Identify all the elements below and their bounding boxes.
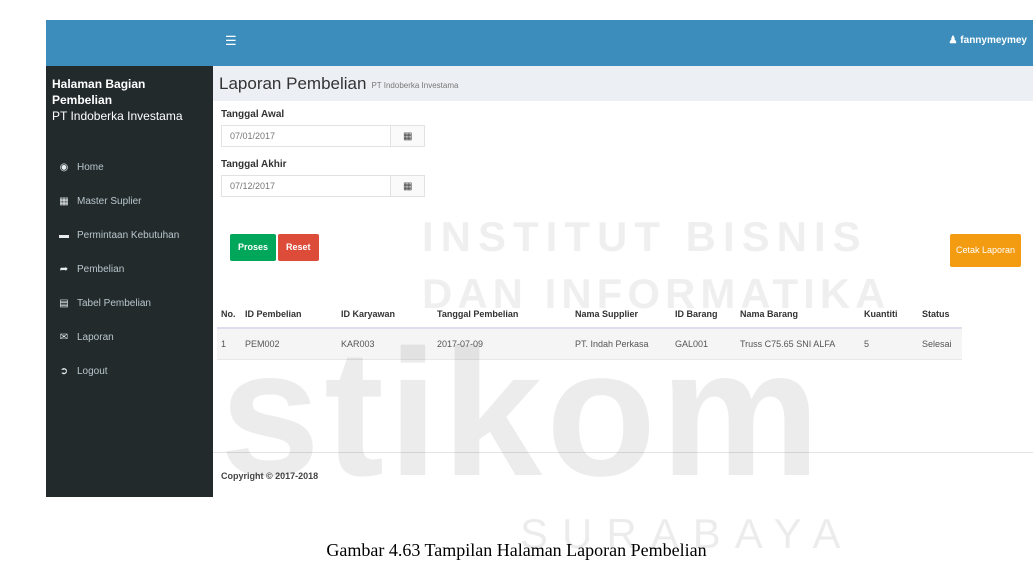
grid-icon: ▦	[59, 195, 69, 207]
proses-button[interactable]: Proses	[230, 234, 277, 261]
form-buttons: Proses Reset	[230, 234, 319, 261]
top-navbar: ☰ ♟ fannymeymey	[213, 20, 1033, 66]
content-header: Laporan Pembelian PT Indoberka Investama	[213, 66, 1033, 101]
sidebar-subtitle: PT Indoberka Investama	[52, 109, 183, 123]
cell-kuantiti: 5	[860, 328, 918, 360]
sidebar-item-logout[interactable]: ➲ Logout	[46, 354, 213, 388]
user-menu[interactable]: ♟ fannymeymey	[949, 35, 1027, 46]
end-date-label: Tanggal Akhir	[221, 159, 287, 170]
sidebar-item-label: Laporan	[77, 331, 114, 343]
start-date-input[interactable]	[221, 125, 391, 147]
cetak-laporan-button[interactable]: Cetak Laporan	[950, 234, 1022, 267]
username: fannymeymey	[960, 35, 1027, 46]
sidebar-item-label: Pembelian	[77, 263, 125, 275]
calendar-icon[interactable]: ▦	[390, 175, 425, 197]
sidebar-title: Halaman Bagian Pembelian	[52, 77, 146, 107]
hamburger-icon[interactable]: ☰	[225, 33, 237, 49]
page-subtitle: PT Indoberka Investama	[371, 81, 459, 90]
sidebar-item-tabel-pembelian[interactable]: ▤ Tabel Pembelian	[46, 286, 213, 320]
app-screenshot: Halaman Bagian Pembelian PT Indoberka In…	[46, 20, 1033, 497]
table-icon: ▤	[59, 297, 69, 309]
cell-id-barang: GAL001	[671, 328, 736, 360]
end-date-input[interactable]	[221, 175, 391, 197]
sidebar-item-laporan[interactable]: ✉ Laporan	[46, 320, 213, 354]
sidebar-item-label: Permintaan Kebutuhan	[77, 229, 180, 241]
col-tanggal-pembelian: Tanggal Pembelian	[433, 301, 571, 329]
cell-nama-supplier: PT. Indah Perkasa	[571, 328, 671, 360]
col-no: No.	[217, 301, 241, 329]
start-date-label: Tanggal Awal	[221, 109, 285, 120]
cell-status: Selesai	[918, 328, 962, 360]
report-filter-form: Tanggal Awal ▦ Tanggal Akhir ▦	[221, 109, 425, 209]
sidebar-logo-bar	[46, 20, 213, 66]
sidebar-item-label: Tabel Pembelian	[77, 297, 151, 309]
cell-id-pembelian: PEM002	[241, 328, 337, 360]
sidebar-item-pembelian[interactable]: ➦ Pembelian	[46, 252, 213, 286]
col-status: Status	[918, 301, 962, 329]
sidebar-item-label: Home	[77, 161, 104, 173]
table-row: 1 PEM002 KAR003 2017-07-09 PT. Indah Per…	[217, 328, 962, 360]
calendar-icon[interactable]: ▦	[390, 125, 425, 147]
sidebar-item-master-suplier[interactable]: ▦ Master Suplier	[46, 184, 213, 218]
sidebar-header: Halaman Bagian Pembelian PT Indoberka In…	[46, 66, 213, 132]
sidebar-item-permintaan-kebutuhan[interactable]: ▬ Permintaan Kebutuhan	[46, 218, 213, 252]
sidebar: Halaman Bagian Pembelian PT Indoberka In…	[46, 20, 213, 497]
end-date-group: ▦	[221, 175, 425, 197]
user-icon: ♟	[948, 35, 958, 46]
share-icon: ➦	[59, 263, 69, 275]
report-table: No. ID Pembelian ID Karyawan Tanggal Pem…	[217, 301, 962, 360]
start-date-group: ▦	[221, 125, 425, 147]
cell-no: 1	[217, 328, 241, 360]
sidebar-menu: ◉ Home ▦ Master Suplier ▬ Permintaan Kebutu…	[46, 150, 213, 388]
folder-icon: ▬	[59, 229, 69, 241]
logout-icon: ➲	[59, 365, 69, 377]
figure-caption: Gambar 4.63 Tampilan Halaman Laporan Pem…	[326, 540, 707, 560]
footer: Copyright © 2017-2018	[213, 452, 1033, 497]
col-nama-barang: Nama Barang	[736, 301, 860, 329]
table-header-row: No. ID Pembelian ID Karyawan Tanggal Pem…	[217, 301, 962, 329]
reset-button[interactable]: Reset	[278, 234, 319, 261]
cell-tanggal-pembelian: 2017-07-09	[433, 328, 571, 360]
sidebar-item-home[interactable]: ◉ Home	[46, 150, 213, 184]
col-nama-supplier: Nama Supplier	[571, 301, 671, 329]
cell-nama-barang: Truss C75.65 SNI ALFA	[736, 328, 860, 360]
col-id-karyawan: ID Karyawan	[337, 301, 433, 329]
dashboard-icon: ◉	[59, 161, 69, 173]
page-title: Laporan Pembelian	[219, 74, 367, 93]
main-content: Laporan Pembelian PT Indoberka Investama…	[213, 66, 1033, 497]
envelope-icon: ✉	[59, 331, 69, 343]
col-id-pembelian: ID Pembelian	[241, 301, 337, 329]
col-kuantiti: Kuantiti	[860, 301, 918, 329]
copyright-text: Copyright © 2017-2018	[221, 471, 319, 481]
col-id-barang: ID Barang	[671, 301, 736, 329]
sidebar-item-label: Logout	[77, 365, 108, 377]
cell-id-karyawan: KAR003	[337, 328, 433, 360]
sidebar-item-label: Master Suplier	[77, 195, 142, 207]
